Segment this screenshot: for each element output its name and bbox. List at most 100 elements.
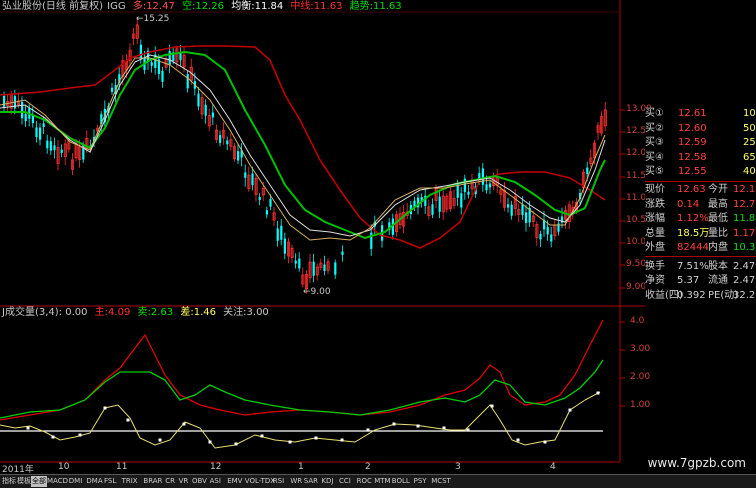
indicator-tab[interactable]: PSY <box>413 476 428 487</box>
quote-value: 82444 <box>677 242 709 253</box>
order-price: 12.60 <box>678 122 707 134</box>
candle-body <box>294 260 297 264</box>
qushi-value: 11.63 <box>373 1 402 12</box>
date-label: 4 <box>550 462 556 472</box>
signal-dot <box>516 438 520 442</box>
duo-label: 多: <box>132 1 147 12</box>
candle-body <box>186 74 189 89</box>
indicator-tab[interactable]: DMA <box>85 476 103 487</box>
quote-value: 10.3万 <box>733 242 756 253</box>
indicator-tab[interactable]: 指标 <box>1 476 17 487</box>
order-volume: 25 <box>743 137 756 148</box>
kong-label: 空: <box>182 1 196 12</box>
order-book-row[interactable]: 买① 12.61 10 <box>645 108 756 120</box>
order-book-row[interactable]: 买② 12.60 50 <box>645 123 756 135</box>
signal-dot <box>182 422 186 426</box>
sub-axis-label: 3.00 <box>630 344 651 354</box>
candle-body <box>546 227 549 235</box>
price-axis-label: 9.50 <box>626 259 647 269</box>
candle-body <box>35 127 38 138</box>
signal-dot <box>314 436 318 440</box>
candle-body <box>460 193 463 208</box>
quote-value: 2.47亿 <box>733 275 756 286</box>
signal-dot <box>126 418 130 422</box>
indicator-tab[interactable]: FSL <box>103 476 117 487</box>
date-label: 3 <box>455 462 461 472</box>
candle-body <box>251 173 254 186</box>
quote-row: 外盘 82444内盘 10.3万 <box>645 242 756 254</box>
order-book-row[interactable]: 买③ 12.59 25 <box>645 137 756 149</box>
zhongxian-value: 11.63 <box>313 1 343 12</box>
sub-indicator-name: J成交量(3,4) <box>2 307 59 318</box>
sub-axis-label: 2.00 <box>630 372 651 382</box>
quote-label: 量比 <box>708 227 728 239</box>
indicator-tab[interactable]: KDJ <box>320 476 334 487</box>
quote-row: 换手 7.51%股本 2.47亿 <box>645 261 756 273</box>
indicator-tab[interactable]: OBV <box>191 476 208 487</box>
date-label: 1 <box>298 462 304 472</box>
quote-row: 总量 18.5万 量比 1.17 <box>645 228 756 240</box>
indicator-tab[interactable]: DMI <box>68 476 84 487</box>
order-level-label: 买② <box>645 122 664 134</box>
price-axis-ticks <box>620 109 625 289</box>
low-annotation: 9.00 <box>310 287 331 297</box>
candle-body <box>489 183 492 188</box>
indicator-tab[interactable]: ROC <box>356 476 373 487</box>
sub-axis-label: 1.00 <box>630 400 651 410</box>
quote-row: 收益(四) 0.392 PE(动) 32.2 <box>645 290 756 302</box>
indicator-tab[interactable]: CR <box>164 476 176 487</box>
candle-body <box>485 184 488 191</box>
candle-body <box>49 141 52 151</box>
indicator-tab[interactable]: RSI <box>272 476 285 487</box>
signal-dot <box>366 428 370 432</box>
candle-body <box>280 225 283 240</box>
quote-value: 32.2 <box>733 289 756 301</box>
indicator-tab[interactable]: TRIX <box>121 476 139 487</box>
order-level-label: 买④ <box>645 151 664 163</box>
zhu-value: 4.09 <box>108 307 131 318</box>
indicator-tab[interactable]: MACD <box>46 476 69 487</box>
indicator-tab[interactable]: VR <box>178 476 190 487</box>
quote-value: 1.12% <box>677 213 709 224</box>
quote-label: 涨幅 <box>645 213 665 224</box>
junheng-value: 11.84 <box>254 1 284 12</box>
indicator-tab[interactable]: BOLL <box>391 476 411 487</box>
order-level-label: 买① <box>645 108 664 119</box>
indicator-tab[interactable]: CCI <box>338 476 352 487</box>
order-book-row[interactable]: 买④ 12.58 65 <box>645 152 756 164</box>
date-label: 11 <box>116 462 128 472</box>
candle-body <box>211 112 214 118</box>
mai-label: 卖: <box>137 307 151 318</box>
indicator-tab[interactable]: MTM <box>373 476 391 487</box>
candle-body <box>276 228 279 241</box>
indicator-tab[interactable]: EMV <box>226 476 243 487</box>
candle-body <box>24 114 27 122</box>
indicator-tab[interactable]: 全部 <box>31 476 47 487</box>
quote-label: 内盘 <box>708 242 728 253</box>
indicator-tab[interactable]: WR <box>289 476 303 487</box>
signal-dot <box>543 440 547 444</box>
cha-value: 1.46 <box>193 307 216 318</box>
signal-dot <box>490 404 494 408</box>
cha-label: 差: <box>180 307 194 318</box>
quote-label: 净资 <box>645 275 665 286</box>
signal-dot <box>78 433 82 437</box>
candle-body <box>197 93 200 107</box>
zhongxian-label: 中线: <box>290 1 314 12</box>
candle-body <box>42 123 45 128</box>
sub-axis-ticks <box>620 321 625 407</box>
indicator-tab[interactable]: BRAR <box>142 476 163 487</box>
candle-body <box>312 261 315 276</box>
quote-label: 最低 <box>708 213 728 224</box>
quote-value: 5.37 <box>677 275 700 286</box>
indicator-tab[interactable]: SAR <box>303 476 319 487</box>
candle-body <box>150 62 153 66</box>
indicator-tab[interactable]: 模板 <box>16 476 32 487</box>
candle-body <box>21 101 24 119</box>
order-book-row[interactable]: 买⑤ 12.55 40 <box>645 166 756 178</box>
indicator-tab-bar: 指标 模板 全部 MACD DMI DMA FSL TRIX BRAR CR VR OBV ASI EMV… <box>0 474 756 488</box>
candle-body <box>510 204 513 216</box>
signal-dot <box>340 438 344 442</box>
indicator-tab[interactable]: ASI <box>209 476 222 487</box>
indicator-tab[interactable]: MCST <box>430 476 452 487</box>
